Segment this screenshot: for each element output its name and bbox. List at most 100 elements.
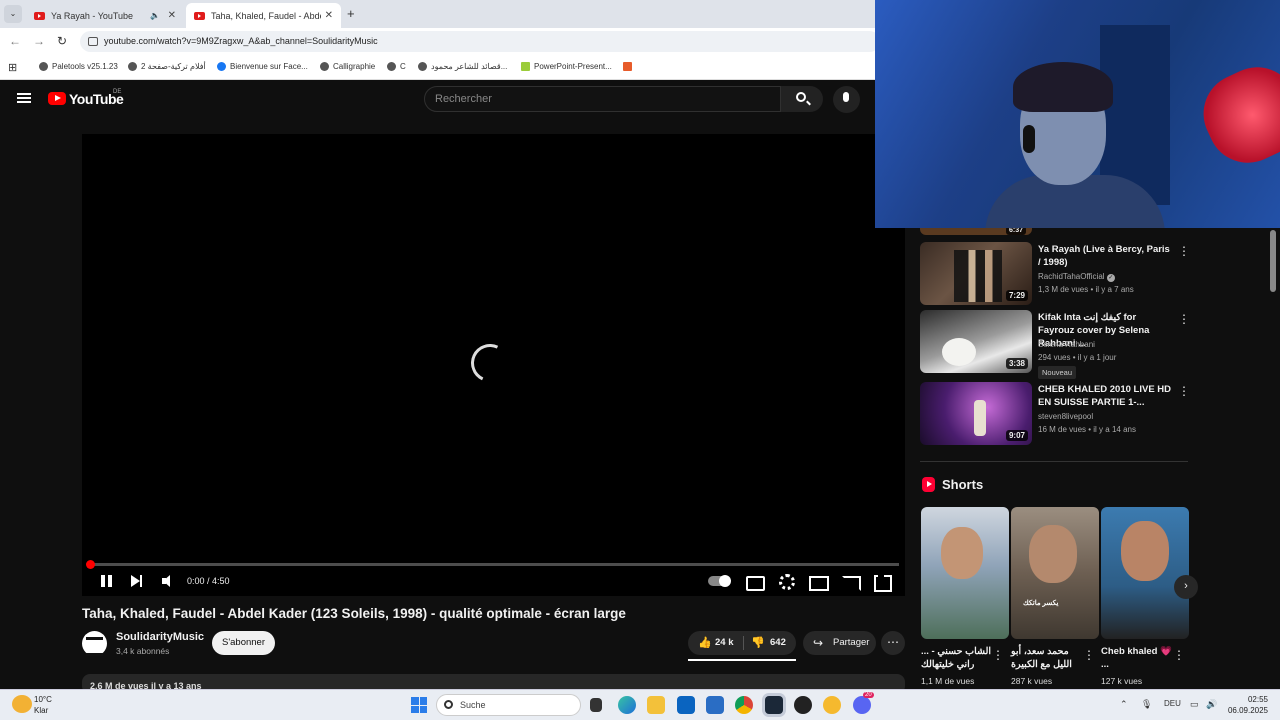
video-thumbnail[interactable]: 3:38 [920, 310, 1032, 373]
more-options-icon[interactable]: ⋮ [1173, 648, 1185, 662]
channel-name[interactable]: SoulidarityMusic [116, 631, 204, 643]
chrome-icon[interactable] [735, 696, 753, 714]
youtube-logo-icon[interactable] [48, 92, 66, 105]
search-input[interactable]: Rechercher [424, 86, 781, 112]
channel-name: Selena Rahbani [1038, 340, 1095, 349]
microphone-tray-icon[interactable]: 🎙 [1141, 699, 1152, 710]
short-title[interactable]: الشاب حسني - ... راني خليتهالك [921, 645, 999, 671]
obs-icon[interactable] [794, 696, 812, 714]
short-thumbnail[interactable] [921, 507, 1009, 639]
search-button[interactable] [781, 86, 823, 112]
language-indicator[interactable]: DEU [1164, 699, 1181, 708]
dislike-count[interactable]: 642 [770, 637, 786, 648]
short-title[interactable]: Cheb khaled 💗 ... [1101, 645, 1179, 671]
subscribe-button[interactable]: S'abonner [212, 631, 275, 655]
more-options-icon[interactable]: ⋮ [1178, 384, 1190, 398]
duration-badge: 7:29 [1005, 290, 1028, 301]
bookmark-icon-only[interactable] [623, 62, 636, 71]
clock-time[interactable]: 02:55 [1222, 695, 1268, 704]
steam-icon[interactable] [765, 696, 783, 714]
next-button[interactable] [128, 574, 148, 590]
share-button[interactable]: ↪ Partager [803, 631, 876, 655]
globe-icon [39, 62, 48, 71]
bookmark-item[interactable]: قصائد للشاعر محمود... [418, 62, 507, 71]
tab-taha-khaled[interactable]: Taha, Khaled, Faudel - Abdel Ka ✕ [186, 3, 341, 28]
fullscreen-button[interactable] [874, 573, 894, 592]
thumbs-down-icon[interactable]: 👎 [751, 636, 765, 649]
reload-icon[interactable]: ↻ [57, 34, 67, 48]
more-options-icon[interactable]: ⋮ [1178, 244, 1190, 258]
file-explorer-icon[interactable] [647, 696, 665, 714]
short-title[interactable]: محمد سعد، أبو الليل مع الكبيرة [1011, 645, 1089, 671]
short-thumbnail[interactable]: يكسر ماتكك [1011, 507, 1099, 639]
page-scrollbar[interactable] [1270, 230, 1276, 292]
close-tab-icon[interactable]: ✕ [168, 10, 176, 21]
tray-expand-icon[interactable]: ⌃ [1120, 699, 1128, 710]
shorts-next-icon[interactable]: › [1174, 575, 1198, 599]
like-count[interactable]: 24 k [715, 637, 734, 648]
network-icon[interactable]: ▭ [1190, 699, 1199, 710]
start-windows-icon[interactable] [411, 697, 427, 713]
tab-ya-rayah[interactable]: Ya Rayah - YouTube 🔈 ✕ [26, 3, 184, 28]
weather-temperature[interactable]: 10°C [34, 695, 52, 704]
more-options-icon[interactable]: ⋮ [1178, 312, 1190, 326]
tab-list-dropdown[interactable]: ⌄ [4, 5, 22, 23]
short-overlay-text: يكسر ماتكك [1023, 600, 1059, 607]
pause-button[interactable] [98, 574, 118, 590]
short-thumbnail[interactable] [1101, 507, 1189, 639]
site-info-icon[interactable] [88, 37, 98, 46]
video-title: Taha, Khaled, Faudel - Abdel Kader (123 … [82, 606, 626, 621]
video-player[interactable]: 0:00 / 4:50 [82, 134, 905, 596]
recommended-video[interactable]: 3:38 Kifak Inta كيفك إنت for Fayrouz cov… [920, 310, 1195, 379]
recommended-video[interactable]: 7:29 Ya Rayah (Live à Bercy, Paris / 199… [920, 242, 1195, 306]
menu-icon[interactable] [17, 93, 31, 103]
url-text: youtube.com/watch?v=9M9Zragxw_A&ab_chann… [104, 36, 378, 46]
forward-icon[interactable]: → [33, 34, 45, 48]
bookmark-item[interactable]: Bienvenue sur Face... [217, 62, 308, 71]
recommended-video[interactable]: 9:07 CHEB KHALED 2010 LIVE HD EN SUISSE … [920, 382, 1195, 446]
more-options-icon[interactable]: ⋮ [992, 648, 1004, 662]
bookmark-item[interactable]: أفلام تركية-صفحة 2 [128, 62, 206, 71]
bookmark-item[interactable]: Calligraphie [320, 62, 375, 71]
progress-bar[interactable] [86, 560, 899, 569]
clock-date[interactable]: 06.09.2025 [1222, 706, 1268, 715]
bookmark-item[interactable]: Paletools v25.1.23 [39, 62, 118, 71]
bookmark-item[interactable]: PowerPoint-Present... [521, 62, 612, 71]
volume-tray-icon[interactable]: 🔊 [1206, 699, 1217, 710]
autoplay-toggle[interactable] [708, 575, 731, 587]
webcam-overlay [875, 0, 1280, 228]
more-options-icon[interactable]: ⋮ [1083, 648, 1095, 662]
weather-moon-icon[interactable] [12, 695, 32, 713]
task-view-icon[interactable] [590, 698, 602, 712]
url-field[interactable]: youtube.com/watch?v=9M9Zragxw_A&ab_chann… [80, 31, 880, 52]
video-thumbnail[interactable]: 7:29 [920, 242, 1032, 305]
weather-condition: Klar [34, 706, 49, 715]
discord-icon[interactable]: 20 [853, 692, 874, 714]
video-title: CHEB KHALED 2010 LIVE HD EN SUISSE PARTI… [1038, 384, 1172, 408]
channel-name: RachidTahaOfficial ✓ [1038, 272, 1115, 282]
edge-icon[interactable] [618, 696, 636, 714]
subtitles-button[interactable] [746, 574, 766, 591]
outlook-icon[interactable] [677, 696, 695, 714]
channel-avatar[interactable] [82, 631, 107, 656]
cast-button[interactable] [841, 574, 861, 591]
bookmark-item[interactable]: C [387, 62, 406, 71]
new-tab-button[interactable]: + [347, 6, 355, 21]
more-actions-button[interactable]: ⋯ [881, 631, 905, 655]
volume-button[interactable] [160, 574, 180, 590]
video-thumbnail[interactable]: 9:07 [920, 382, 1032, 445]
store-icon[interactable] [706, 696, 724, 714]
video-meta: 16 M de vues • il y a 14 ans [1038, 425, 1136, 434]
theatre-mode-button[interactable] [809, 574, 829, 591]
like-dislike-group: 👍 24 k 👎 642 [688, 631, 796, 655]
settings-gear-icon[interactable] [778, 574, 798, 590]
apps-grid-icon[interactable]: ⊞ [8, 61, 17, 74]
back-icon[interactable]: ← [9, 34, 21, 48]
microphone-button[interactable] [833, 86, 860, 113]
scrubber-handle[interactable] [86, 560, 95, 569]
short-face [941, 527, 983, 579]
thumbs-up-icon[interactable]: 👍 [698, 636, 712, 649]
close-tab-icon[interactable]: ✕ [325, 10, 333, 21]
chrome-canary-icon[interactable] [823, 696, 841, 714]
taskbar-search[interactable]: Suche [436, 694, 581, 716]
